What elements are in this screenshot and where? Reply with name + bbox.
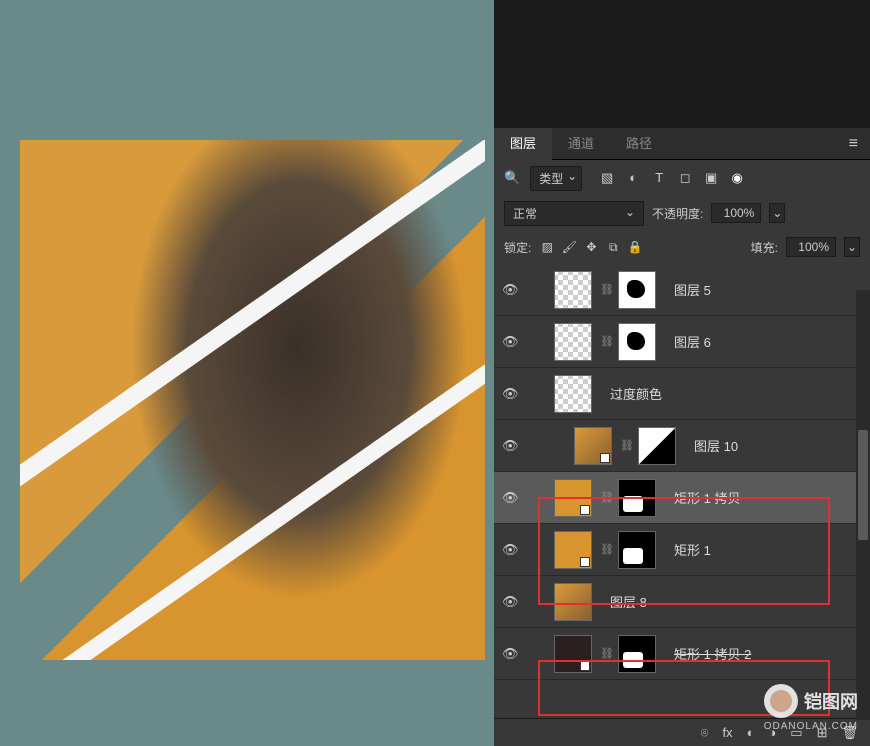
tab-paths[interactable]: 路径 — [610, 128, 668, 160]
layer-name[interactable]: 图层 6 — [674, 332, 711, 351]
artwork-preview — [20, 140, 485, 660]
torn-edge — [20, 335, 485, 660]
layer-name[interactable]: 图层 10 — [694, 436, 738, 455]
lock-pixels-icon[interactable]: 🖌 — [561, 240, 577, 255]
smart-object-badge — [580, 557, 590, 567]
layers-panel: 图层 通道 路径 ≡ 🔍 类型 ▧ ◐ T ◻ ▣ ◉ 正常 ⌄ 不透明度: 1… — [494, 0, 870, 746]
watermark-url: ODANOLAN.COM — [764, 721, 858, 732]
layer-row[interactable]: 👁 ⛓ 图层 10 — [494, 420, 870, 472]
visibility-icon[interactable]: 👁 — [502, 646, 518, 662]
layer-mask-thumbnail[interactable] — [618, 271, 656, 309]
opacity-input[interactable]: 100% — [711, 203, 761, 223]
layer-mask-thumbnail[interactable] — [618, 531, 656, 569]
layer-mask-thumbnail[interactable] — [618, 323, 656, 361]
torn-edge — [20, 140, 485, 498]
filter-row: 🔍 类型 ▧ ◐ T ◻ ▣ ◉ — [494, 160, 870, 196]
filter-type-dropdown[interactable]: 类型 — [530, 166, 582, 191]
opacity-dropdown-icon[interactable]: ⌄ — [769, 203, 785, 223]
scrollbar-thumb[interactable] — [858, 430, 868, 540]
panel-tabs: 图层 通道 路径 ≡ — [494, 128, 870, 160]
lock-label: 锁定: — [504, 239, 531, 256]
visibility-icon[interactable]: 👁 — [502, 542, 518, 558]
layer-mask-thumbnail[interactable] — [638, 427, 676, 465]
tab-layers[interactable]: 图层 — [494, 128, 552, 160]
link-mask-icon[interactable]: ⛓ — [600, 335, 610, 348]
layer-row[interactable]: 👁 过度颜色 — [494, 368, 870, 420]
link-mask-icon[interactable]: ⛓ — [600, 647, 610, 660]
panel-menu-icon[interactable]: ≡ — [849, 135, 858, 153]
watermark-logo: 铠图网 — [764, 684, 858, 718]
layer-name[interactable]: 过度颜色 — [610, 384, 662, 403]
layer-row[interactable]: 👁 ⛓ 图层 6 — [494, 316, 870, 368]
layer-row[interactable]: 👁 ⛓ 图层 5 — [494, 264, 870, 316]
lock-transparency-icon[interactable]: ▨ — [539, 240, 555, 255]
search-icon: 🔍 — [504, 170, 520, 186]
link-mask-icon[interactable]: ⛓ — [620, 439, 630, 452]
link-mask-icon[interactable]: ⛓ — [600, 491, 610, 504]
layer-row[interactable]: 👁 ⛓ 矩形 1 拷贝 — [494, 472, 870, 524]
lock-row: 锁定: ▨ 🖌 ✥ ⧉ 🔒 填充: 100% ⌄ — [494, 230, 870, 264]
layer-thumbnail[interactable] — [554, 583, 592, 621]
layer-thumbnail[interactable] — [554, 375, 592, 413]
blend-row: 正常 ⌄ 不透明度: 100% ⌄ — [494, 196, 870, 230]
filter-type-icon[interactable]: T — [652, 170, 666, 186]
layer-row[interactable]: 👁 ⛓ 矩形 1 — [494, 524, 870, 576]
layer-name[interactable]: 矩形 1 拷贝 2 — [674, 644, 751, 663]
visibility-icon[interactable]: 👁 — [502, 386, 518, 402]
smart-object-badge — [580, 661, 590, 671]
filter-smart-icon[interactable]: ▣ — [704, 170, 718, 186]
layer-mask-thumbnail[interactable] — [618, 635, 656, 673]
visibility-icon[interactable]: 👁 — [502, 438, 518, 454]
filter-pixel-icon[interactable]: ▧ — [600, 170, 614, 186]
fill-input[interactable]: 100% — [786, 237, 836, 257]
visibility-icon[interactable]: 👁 — [502, 282, 518, 298]
lock-position-icon[interactable]: ✥ — [583, 240, 599, 255]
scrollbar[interactable] — [856, 290, 870, 720]
canvas-area — [0, 0, 494, 746]
filter-type-icons: ▧ ◐ T ◻ ▣ ◉ — [600, 170, 744, 186]
layers-list: 👁⛓图层 5👁⛓图层 6👁过度颜色👁⛓图层 10👁⛓矩形 1 拷贝👁⛓矩形 1👁… — [494, 264, 870, 718]
smart-object-badge — [580, 505, 590, 515]
visibility-icon[interactable]: 👁 — [502, 334, 518, 350]
fill-label: 填充: — [751, 239, 778, 256]
fill-dropdown-icon[interactable]: ⌄ — [844, 237, 860, 257]
opacity-label: 不透明度: — [652, 205, 703, 222]
layer-name[interactable]: 矩形 1 拷贝 — [674, 488, 740, 507]
lock-artboard-icon[interactable]: ⧉ — [605, 240, 621, 255]
layer-name[interactable]: 矩形 1 — [674, 540, 711, 559]
layer-mask-thumbnail[interactable] — [618, 479, 656, 517]
link-layers-icon[interactable]: ⌾ — [701, 725, 709, 741]
filter-shape-icon[interactable]: ◻ — [678, 170, 692, 186]
layer-row[interactable]: 👁 图层 8 — [494, 576, 870, 628]
smart-object-badge — [600, 453, 610, 463]
link-mask-icon[interactable]: ⛓ — [600, 283, 610, 296]
layer-name[interactable]: 图层 5 — [674, 280, 711, 299]
visibility-icon[interactable]: 👁 — [502, 594, 518, 610]
blend-mode-select[interactable]: 正常 ⌄ — [504, 201, 644, 226]
add-mask-icon[interactable]: ◐ — [747, 725, 755, 740]
tab-channels[interactable]: 通道 — [552, 128, 610, 160]
visibility-icon[interactable]: 👁 — [502, 490, 518, 506]
layer-name[interactable]: 图层 8 — [610, 592, 647, 611]
layer-thumbnail[interactable] — [554, 323, 592, 361]
fx-icon[interactable]: fx — [722, 725, 732, 740]
link-mask-icon[interactable]: ⛓ — [600, 543, 610, 556]
filter-toggle-icon[interactable]: ◉ — [730, 170, 744, 186]
lock-all-icon[interactable]: 🔒 — [627, 240, 643, 255]
layer-thumbnail[interactable] — [554, 271, 592, 309]
filter-adjustment-icon[interactable]: ◐ — [626, 170, 640, 186]
layer-row[interactable]: 👁 ⛓ 矩形 1 拷贝 2 — [494, 628, 870, 680]
